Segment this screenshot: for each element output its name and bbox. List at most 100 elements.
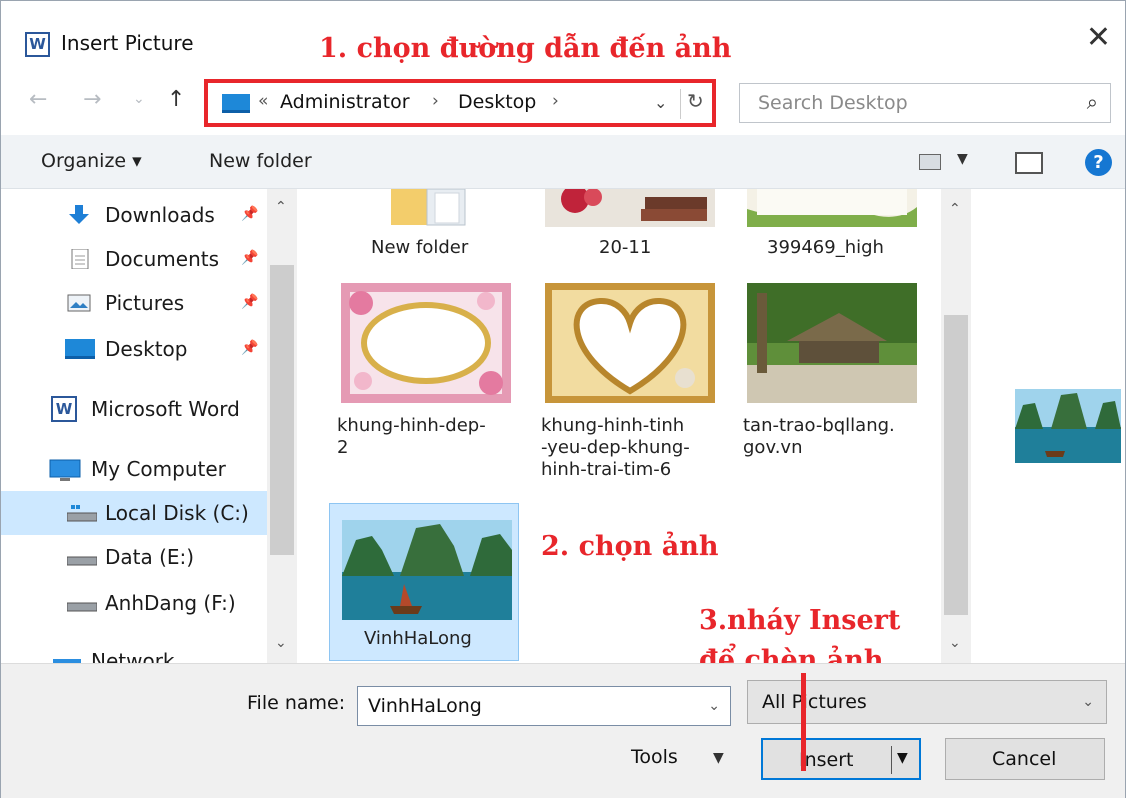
forward-arrow-icon[interactable]: → bbox=[83, 87, 101, 112]
file-name: VinhHaLong bbox=[364, 628, 472, 649]
chevron-down-icon[interactable]: ▼ bbox=[897, 750, 908, 766]
cancel-button[interactable]: Cancel bbox=[945, 738, 1105, 780]
sidebar-item-label: Network bbox=[91, 649, 175, 663]
image-thumbnail bbox=[747, 189, 917, 227]
image-thumbnail bbox=[545, 283, 715, 403]
file-name: khung-hinh-tinh -yeu-dep-khung- hinh-tra… bbox=[541, 415, 690, 480]
image-thumbnail bbox=[341, 283, 511, 403]
insert-picture-dialog: W Insert Picture 1. chọn đường dẫn đến ả… bbox=[0, 0, 1126, 798]
file-type-value: All Pictures bbox=[762, 691, 867, 713]
file-list: New folder 20-11 399469_high khung-hinh-… bbox=[307, 189, 971, 663]
pin-icon[interactable]: 📌 bbox=[241, 340, 258, 356]
bottom-panel: File name: VinhHaLong ⌄ All Pictures ⌄ T… bbox=[1, 663, 1125, 798]
file-list-scroll-thumb[interactable] bbox=[944, 315, 968, 615]
cancel-label: Cancel bbox=[992, 748, 1057, 770]
computer-icon bbox=[49, 459, 81, 481]
pin-icon[interactable]: 📌 bbox=[241, 206, 258, 222]
annotation-step3-line1: 3.nháy Insert bbox=[699, 605, 901, 636]
chevron-down-icon[interactable]: ⌄ bbox=[275, 635, 287, 651]
image-thumbnail bbox=[545, 189, 715, 227]
pin-icon[interactable]: 📌 bbox=[241, 250, 258, 266]
sidebar-item-local-disk-c[interactable]: Local Disk (C:) bbox=[1, 491, 267, 535]
file-item-khung-hinh-dep-2[interactable]: khung-hinh-dep- 2 bbox=[329, 275, 519, 495]
sidebar-item-data-e[interactable]: Data (E:) bbox=[1, 535, 267, 579]
sidebar-item-label: My Computer bbox=[91, 457, 226, 481]
document-icon bbox=[71, 249, 89, 269]
sidebar-item-label: Downloads bbox=[105, 203, 215, 227]
preview-image bbox=[1015, 389, 1121, 463]
title-bar: W Insert Picture 1. chọn đường dẫn đến ả… bbox=[1, 1, 1125, 73]
annotation-step2: 2. chọn ảnh bbox=[541, 531, 719, 562]
file-name: 399469_high bbox=[767, 237, 884, 258]
sidebar-item-anhdang-f[interactable]: AnhDang (F:) bbox=[1, 581, 267, 625]
word-icon: W bbox=[25, 32, 50, 57]
annotation-step1: 1. chọn đường dẫn đến ảnh bbox=[319, 33, 732, 64]
chevron-down-icon[interactable]: ▼ bbox=[957, 151, 968, 167]
download-arrow-icon bbox=[69, 205, 89, 224]
chevron-down-icon[interactable]: ▼ bbox=[713, 750, 724, 766]
preview-pane-icon[interactable] bbox=[1015, 152, 1043, 174]
chevron-up-icon[interactable]: ⌃ bbox=[949, 201, 961, 217]
chevron-up-icon[interactable]: ⌃ bbox=[275, 199, 287, 215]
sidebar-scroll-thumb[interactable] bbox=[270, 265, 294, 555]
back-arrow-icon[interactable]: ← bbox=[29, 87, 47, 112]
window-title: Insert Picture bbox=[61, 31, 194, 55]
file-name-value: VinhHaLong bbox=[368, 695, 482, 717]
file-name: 20-11 bbox=[599, 237, 652, 258]
chevron-down-icon[interactable]: ⌄ bbox=[1082, 694, 1094, 710]
desktop-icon bbox=[65, 339, 95, 359]
pin-icon[interactable]: 📌 bbox=[241, 294, 258, 310]
close-icon[interactable]: ✕ bbox=[1086, 23, 1111, 53]
folder-icon bbox=[369, 189, 479, 227]
file-item-tan-trao-bqllang[interactable]: tan-trao-bqllang. gov.vn bbox=[735, 275, 925, 495]
sidebar-item-documents[interactable]: Documents 📌 bbox=[1, 237, 267, 281]
image-thumbnail bbox=[342, 520, 512, 620]
up-arrow-icon[interactable]: ↑ bbox=[167, 87, 185, 112]
file-list-scrollbar[interactable]: ⌃ ⌄ bbox=[941, 189, 971, 663]
new-folder-button[interactable]: New folder bbox=[209, 150, 312, 172]
file-item-20-11[interactable]: 20-11 bbox=[533, 189, 723, 259]
search-input[interactable]: Search Desktop ⌕ bbox=[739, 83, 1111, 123]
insert-label: Insert bbox=[799, 749, 854, 771]
sidebar-item-label: Data (E:) bbox=[105, 545, 195, 569]
sidebar-item-label: Pictures bbox=[105, 291, 185, 315]
annotation-arrow-line bbox=[801, 673, 806, 771]
file-name-input[interactable]: VinhHaLong ⌄ bbox=[357, 686, 731, 726]
sidebar-scrollbar[interactable]: ⌃ ⌄ bbox=[267, 189, 297, 663]
sidebar-item-my-computer[interactable]: My Computer bbox=[1, 447, 267, 491]
search-placeholder: Search Desktop bbox=[758, 92, 908, 114]
sidebar-item-label: Local Disk (C:) bbox=[105, 501, 249, 525]
sidebar-item-label: Documents bbox=[105, 247, 220, 271]
search-icon[interactable]: ⌕ bbox=[1087, 90, 1098, 114]
tools-button[interactable]: Tools bbox=[631, 746, 678, 768]
navigation-pane: Downloads 📌 Documents 📌 Pictures 📌 Deskt… bbox=[1, 189, 297, 663]
file-name: khung-hinh-dep- 2 bbox=[337, 415, 486, 458]
view-options-icon[interactable] bbox=[919, 154, 941, 170]
file-item-new-folder[interactable]: New folder bbox=[329, 189, 519, 259]
drive-icon bbox=[67, 602, 97, 612]
sidebar-item-network[interactable]: Network bbox=[1, 639, 267, 663]
sidebar-item-label: AnhDang (F:) bbox=[105, 591, 236, 615]
sidebar-item-pictures[interactable]: Pictures 📌 bbox=[1, 281, 267, 325]
file-name-label: File name: bbox=[247, 692, 346, 714]
recent-locations-icon[interactable]: ⌄ bbox=[133, 91, 145, 107]
chevron-down-icon[interactable]: ⌄ bbox=[708, 698, 720, 714]
sidebar-item-desktop[interactable]: Desktop 📌 bbox=[1, 327, 267, 371]
sidebar-item-label: Microsoft Word bbox=[91, 397, 240, 421]
word-icon: W bbox=[51, 396, 77, 422]
sidebar-item-microsoft-word[interactable]: W Microsoft Word bbox=[1, 387, 267, 431]
insert-button[interactable]: Insert ▼ bbox=[761, 738, 921, 780]
help-icon[interactable]: ? bbox=[1085, 149, 1112, 176]
organize-button[interactable]: Organize ▾ bbox=[41, 150, 142, 172]
sidebar-item-label: Desktop bbox=[105, 337, 188, 361]
drive-icon bbox=[67, 556, 97, 566]
split-divider bbox=[891, 746, 892, 774]
annotation-highlight-box bbox=[204, 79, 716, 127]
file-item-khung-hinh-tinh-yeu[interactable]: khung-hinh-tinh -yeu-dep-khung- hinh-tra… bbox=[533, 275, 723, 495]
file-item-399469-high[interactable]: 399469_high bbox=[735, 189, 925, 259]
chevron-down-icon[interactable]: ⌄ bbox=[949, 635, 961, 651]
sidebar-item-downloads[interactable]: Downloads 📌 bbox=[1, 193, 267, 237]
navigation-bar: ← → ⌄ ↑ « Administrator › Desktop › ⌄ ↻ … bbox=[1, 73, 1125, 133]
file-item-vinhhalong[interactable]: VinhHaLong bbox=[329, 503, 519, 661]
command-toolbar: Organize ▾ New folder ▼ ? bbox=[1, 135, 1125, 189]
